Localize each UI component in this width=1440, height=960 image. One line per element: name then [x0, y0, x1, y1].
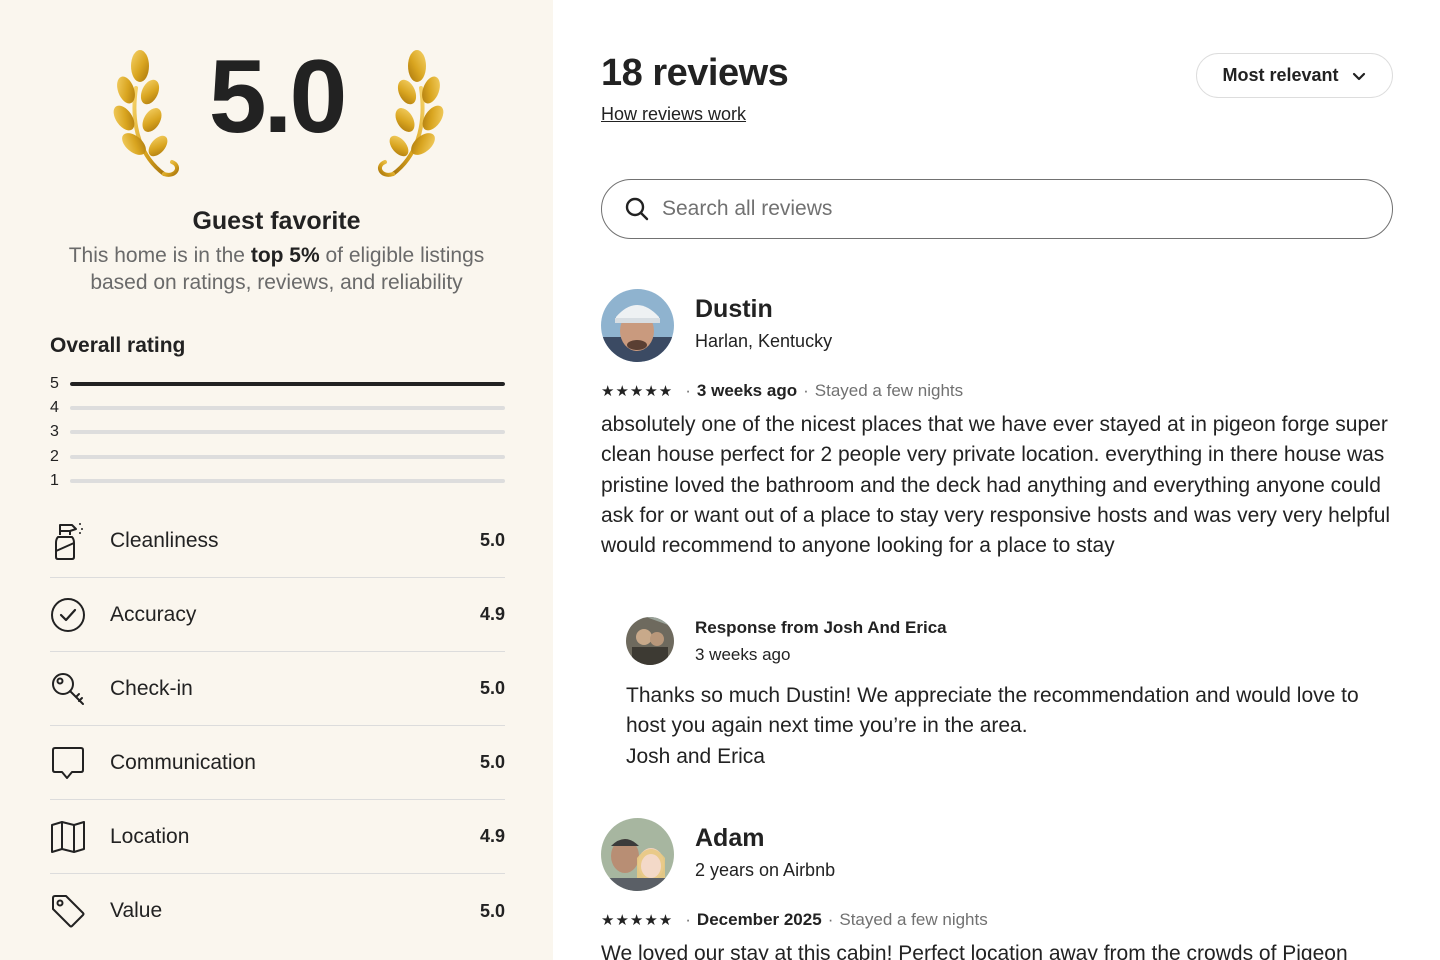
star-rating: ★★★★★: [601, 912, 674, 929]
reviewer-location: Harlan, Kentucky: [695, 331, 833, 351]
score-header: 5.0: [0, 40, 553, 190]
laurel-right-icon: [377, 50, 444, 177]
review-date: December 2025: [696, 910, 822, 929]
star-rating: ★★★★★: [601, 383, 674, 400]
rating-bar-track: [70, 430, 505, 435]
review-text: We loved our stay at this cabin! Perfect…: [601, 942, 1348, 960]
tag-icon: [50, 891, 110, 931]
reviewer-name: Adam: [695, 824, 765, 852]
category-ratings: Cleanliness 5.0 Accuracy 4.9 Check-in 5.0 Comm…: [50, 504, 505, 948]
category-rating-location: Location 4.9: [50, 800, 505, 874]
spray-bottle-icon: [50, 521, 110, 561]
stay-length: Stayed a few nights: [839, 910, 988, 929]
sort-dropdown-label: Most relevant: [1222, 65, 1339, 85]
host-avatar[interactable]: [626, 617, 674, 665]
category-score: 5.0: [479, 530, 505, 550]
search-reviews-input[interactable]: [662, 197, 1362, 221]
rating-bar-label: 3: [50, 423, 59, 441]
separator-dot: ·: [827, 910, 834, 929]
category-label: Location: [110, 824, 190, 848]
category-label: Communication: [110, 750, 256, 774]
review-meta: ★★★★★ · December 2025 · Stayed a few nig…: [601, 910, 988, 930]
rating-bar-track: [70, 406, 505, 411]
guest-favorite-title: Guest favorite: [192, 207, 361, 235]
chat-bubble-icon: [50, 743, 110, 783]
category-rating-check-in: Check-in 5.0: [50, 652, 505, 726]
rating-bar-row: 1: [50, 469, 505, 493]
category-score: 5.0: [479, 678, 505, 698]
reviewer-avatar[interactable]: [601, 289, 674, 362]
category-label: Value: [110, 899, 163, 922]
host-response-text: Thanks so much Dustin! We appreciate the…: [626, 681, 1393, 772]
review-item: Dustin Harlan, Kentucky ★★★★★ · 3 weeks …: [601, 289, 1393, 769]
category-label: Cleanliness: [110, 528, 219, 552]
reviewer-avatar[interactable]: [601, 818, 674, 891]
category-score: 5.0: [479, 752, 505, 772]
separator-dot: ·: [803, 381, 809, 400]
search-icon: [625, 197, 649, 221]
category-label: Check-in: [110, 676, 193, 700]
reviews-count-title: 18 reviews: [601, 52, 789, 94]
category-label: Accuracy: [110, 602, 197, 626]
category-rating-value: Value 5.0: [50, 874, 505, 948]
category-rating-cleanliness: Cleanliness 5.0: [50, 504, 505, 578]
review-text: absolutely one of the nicest places that…: [601, 413, 1391, 558]
reviewer-name: Dustin: [695, 295, 773, 323]
how-reviews-work-link[interactable]: How reviews work: [601, 104, 746, 125]
rating-bar-label: 4: [50, 399, 59, 417]
rating-bar-row: 4: [50, 396, 505, 420]
rating-bar-fill: [70, 382, 505, 387]
category-score: 4.9: [479, 826, 505, 846]
review-meta: ★★★★★ · 3 weeks ago · Stayed a few night…: [601, 381, 963, 401]
stay-length: Stayed a few nights: [814, 381, 964, 400]
map-icon: [50, 817, 110, 857]
rating-bar-row: 5: [50, 372, 505, 396]
guest-favorite-description: This home is in the top 5% of eligible l…: [68, 244, 485, 294]
category-score: 5.0: [479, 900, 505, 921]
separator-dot: ·: [685, 910, 691, 929]
review-item: Adam 2 years on Airbnb ★★★★★ · December …: [601, 818, 1393, 960]
check-circle-icon: [50, 595, 110, 635]
overall-score: 5.0: [208, 39, 348, 155]
rating-bar-row: 3: [50, 420, 505, 444]
host-response-body: Thanks so much Dustin! We appreciate the…: [626, 684, 1359, 738]
key-icon: [50, 669, 110, 709]
category-rating-communication: Communication 5.0: [50, 726, 505, 800]
rating-bar-track: [70, 454, 505, 459]
rating-distribution: 5 4 3 2 1: [50, 372, 505, 493]
category-score: 4.9: [479, 604, 505, 624]
rating-bar-track: [70, 478, 505, 483]
chevron-down-icon: [1352, 72, 1365, 80]
rating-bar-label: 1: [50, 471, 59, 489]
separator-dot: ·: [685, 381, 691, 400]
search-reviews-field[interactable]: [601, 179, 1393, 239]
host-response-date: 3 weeks ago: [695, 645, 791, 664]
category-rating-accuracy: Accuracy 4.9: [50, 578, 505, 652]
rating-bar-label: 2: [50, 447, 59, 465]
reviewer-tenure: 2 years on Airbnb: [695, 860, 836, 880]
overall-rating-title: Overall rating: [50, 334, 186, 357]
rating-bar-row: 2: [50, 445, 505, 469]
rating-bar-label: 5: [50, 375, 59, 393]
host-response-title: Response from Josh And Erica: [695, 618, 947, 637]
rating-summary-panel: 5.0 Guest favorite This home is in the t…: [0, 0, 553, 960]
review-date: 3 weeks ago: [696, 381, 798, 400]
sort-dropdown[interactable]: Most relevant: [1196, 53, 1393, 98]
rating-bar-track: [70, 382, 505, 387]
host-response-signoff: Josh and Erica: [626, 744, 765, 768]
